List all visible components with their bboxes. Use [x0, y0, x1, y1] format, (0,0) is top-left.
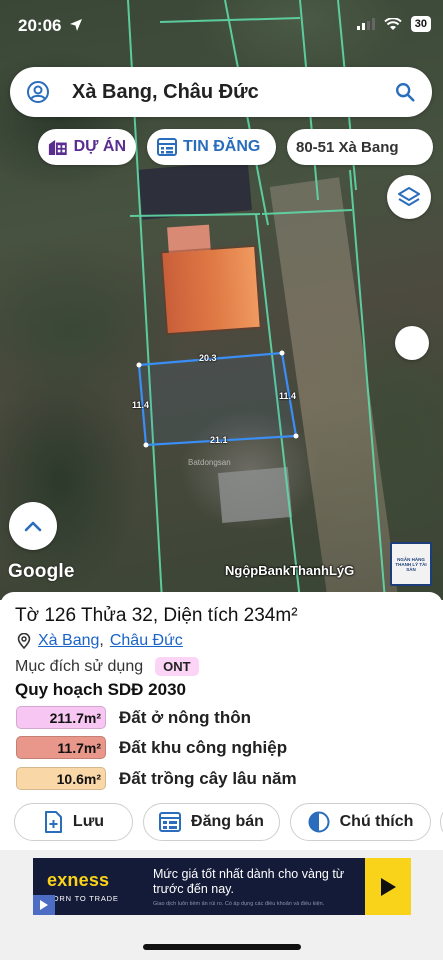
ad-text: Mức giá tốt nhất dành cho vàng từ trước … — [153, 867, 353, 907]
home-indicator[interactable] — [143, 944, 301, 950]
ad-area: exness BORN TO TRADE Mức giá tốt nhất dà… — [0, 850, 443, 960]
action-buttons: Lưu Đăng bán Chú thích — [14, 803, 431, 841]
ad-banner[interactable]: exness BORN TO TRADE Mức giá tốt nhất dà… — [33, 858, 411, 915]
project-chip[interactable]: DỰ ÁN — [38, 129, 136, 165]
land-use-area: 10.6m² — [16, 767, 106, 790]
parcel-edge-left-label: 11.4 — [132, 400, 150, 410]
layers-icon — [398, 187, 420, 206]
search-input[interactable]: Xà Bang, Châu Đức — [72, 81, 394, 104]
post-sale-button[interactable]: Đăng bán — [143, 803, 280, 841]
land-use-name: Đất ở nông thôn — [119, 707, 251, 727]
search-bar[interactable]: Xà Bang, Châu Đức — [10, 67, 432, 117]
half-circle-icon — [308, 811, 330, 833]
land-use-area: 211.7m² — [16, 706, 106, 729]
ad-brand: exness — [47, 870, 110, 890]
land-use-plan-title: Quy hoạch SDĐ 2030 — [15, 680, 187, 699]
map-handle-button[interactable] — [395, 326, 429, 360]
calendar-list-icon — [157, 138, 177, 156]
account-icon[interactable] — [26, 80, 50, 104]
save-button[interactable]: Lưu — [14, 803, 133, 841]
project-chip-label: DỰ ÁN — [73, 138, 126, 155]
listings-chip[interactable]: TIN ĐĂNG — [147, 129, 276, 165]
battery-indicator: 30 — [410, 16, 431, 32]
ad-headline: Mức giá tốt nhất dành cho vàng từ trước … — [153, 866, 345, 896]
address-chip[interactable]: 80-51 Xà Bang — [287, 129, 433, 165]
land-use-row: 10.6m² Đất trồng cây lâu năm — [16, 767, 297, 790]
bank-sign-logo: NGÂN HÀNG THANH LÝ TÀI SẢN — [390, 542, 432, 586]
parcel-title: Tờ 126 Thửa 32, Diện tích 234m² — [15, 605, 298, 626]
parcel-location: Xà Bang , Châu Đức — [17, 632, 183, 650]
location-arrow-icon — [70, 19, 83, 31]
commune-link[interactable]: Xà Bang — [38, 632, 99, 650]
wifi-icon — [384, 17, 402, 30]
purpose-label: Mục đích sử dụng — [15, 657, 144, 675]
district-link[interactable]: Châu Đức — [110, 632, 183, 650]
map-credit-text: NgộpBankThanhLýG — [225, 563, 355, 578]
save-button-label: Lưu — [72, 813, 105, 830]
ad-info-button[interactable] — [33, 895, 55, 915]
status-icons: 30 — [356, 16, 431, 32]
address-chip-label: 80-51 Xà Bang — [296, 138, 399, 156]
ad-logo: exness BORN TO TRADE — [47, 870, 143, 903]
google-logo: Google — [8, 561, 75, 582]
ad-play-button[interactable] — [365, 858, 411, 915]
bank-sign-line-2: THANH LÝ TÀI SẢN — [395, 561, 427, 572]
location-separator: , — [99, 632, 104, 649]
ad-tagline: BORN TO TRADE — [47, 894, 119, 903]
land-use-area: 11.7m² — [16, 736, 106, 759]
parcel-info-panel: Tờ 126 Thửa 32, Diện tích 234m² Xà Bang … — [0, 592, 443, 850]
land-use-row: 211.7m² Đất ở nông thôn — [16, 706, 251, 729]
land-use-row: 11.7m² Đất khu công nghiệp — [16, 736, 287, 759]
land-use-name: Đất khu công nghiệp — [119, 737, 288, 757]
search-icon[interactable] — [394, 81, 416, 103]
listings-chip-label: TIN ĐĂNG — [183, 138, 261, 155]
layers-button[interactable] — [387, 175, 431, 219]
satellite-map[interactable]: 20.3 11.4 11.4 21.1 Batdongsan 20:06 30 — [0, 0, 443, 600]
legend-button[interactable]: Chú thích — [290, 803, 431, 841]
status-bar: 20:06 30 — [0, 0, 443, 52]
batdongsan-watermark: Batdongsan — [188, 458, 231, 467]
ad-disclaimer: Giao dịch luôn tiềm ẩn rủi ro. Có áp dụn… — [153, 900, 325, 907]
map-pin-icon — [17, 633, 31, 649]
cellular-signal-icon — [356, 18, 375, 30]
parcel-edge-top-label: 20.3 — [199, 353, 217, 363]
land-use-name: Đất trồng cây lâu năm — [119, 768, 297, 788]
building-icon — [48, 139, 67, 156]
add-document-icon — [44, 811, 62, 833]
post-sale-button-label: Đăng bán — [191, 813, 264, 830]
status-time: 20:06 — [18, 16, 83, 36]
legend-button-label: Chú thích — [339, 813, 414, 830]
chevron-up-icon — [24, 521, 42, 532]
play-icon — [381, 877, 396, 896]
land-purpose-row: Mục đích sử dụng ONT — [15, 657, 199, 676]
listing-icon — [159, 812, 182, 832]
clock-text: 20:06 — [18, 16, 62, 35]
expand-panel-button[interactable] — [9, 502, 57, 550]
parcel-edge-right-label: 11.4 — [279, 391, 297, 401]
ad-choices-icon — [40, 900, 48, 910]
parcel-edge-bottom-label: 21.1 — [210, 435, 228, 445]
purpose-code-badge: ONT — [155, 657, 199, 676]
